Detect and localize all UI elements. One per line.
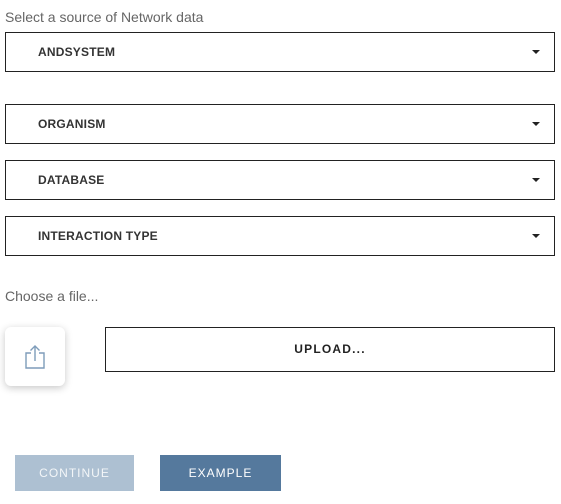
file-picker-button[interactable] — [5, 327, 65, 386]
database-select-label: DATABASE — [38, 173, 105, 187]
source-select-value: ANDSYSTEM — [38, 45, 116, 59]
interaction-type-select-label: INTERACTION TYPE — [38, 229, 158, 243]
share-upload-icon — [25, 344, 45, 369]
caret-down-icon — [532, 234, 540, 238]
caret-down-icon — [532, 122, 540, 126]
network-source-label: Select a source of Network data — [5, 9, 204, 25]
source-select-andsystem[interactable]: ANDSYSTEM — [5, 32, 555, 72]
organism-select[interactable]: ORGANISM — [5, 104, 555, 144]
example-button[interactable]: EXAMPLE — [160, 455, 281, 491]
upload-button[interactable]: UPLOAD... — [105, 327, 555, 372]
continue-button[interactable]: CONTINUE — [15, 455, 134, 491]
caret-down-icon — [532, 178, 540, 182]
organism-select-label: ORGANISM — [38, 117, 106, 131]
interaction-type-select[interactable]: INTERACTION TYPE — [5, 216, 555, 256]
choose-file-label: Choose a file... — [5, 288, 99, 304]
database-select[interactable]: DATABASE — [5, 160, 555, 200]
caret-down-icon — [532, 50, 540, 54]
